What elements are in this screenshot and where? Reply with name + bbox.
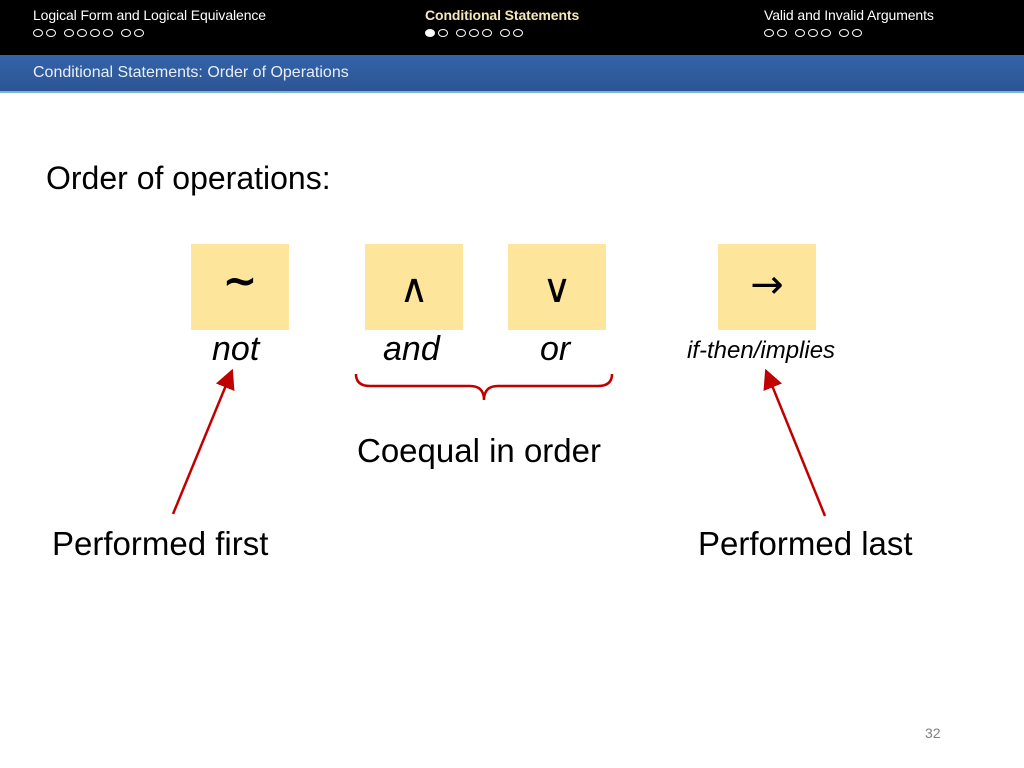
grouping-brace (354, 373, 614, 401)
coequal-label: Coequal in order (357, 432, 601, 469)
performed-last-label: Performed last (698, 525, 913, 562)
page-number: 32 (925, 725, 941, 741)
annotation-layer (171, 368, 827, 517)
arrow-performed-last (763, 368, 827, 517)
performed-first-label: Performed first (52, 525, 269, 562)
arrow-performed-first (171, 368, 235, 515)
